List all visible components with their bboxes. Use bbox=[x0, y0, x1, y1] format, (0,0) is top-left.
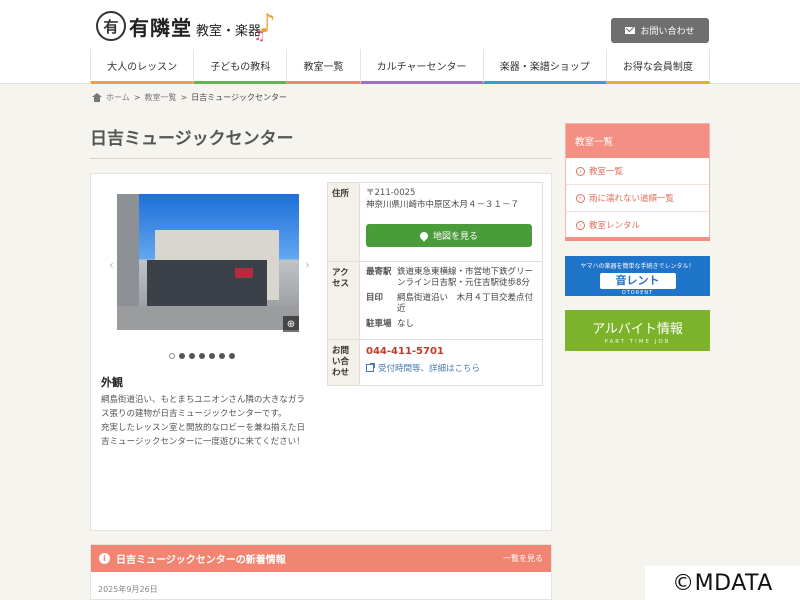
nav-item[interactable]: カルチャーセンター bbox=[360, 49, 484, 84]
sidebar-item-label: 教室レンタル bbox=[589, 221, 641, 231]
job-banner[interactable]: アルバイト情報 PART TIME JOB bbox=[565, 310, 710, 351]
chevron-right-icon[interactable]: › bbox=[305, 258, 310, 272]
news-card: i 日吉ミュージックセンターの新着情報 一覧を見る 2025年9月26日 bbox=[90, 544, 552, 600]
circle-arrow-icon: › bbox=[576, 193, 585, 203]
breadcrumb-parent[interactable]: 教室一覧 bbox=[144, 92, 176, 103]
circle-arrow-icon: › bbox=[576, 220, 585, 230]
nav-item[interactable]: 大人のレッスン bbox=[91, 49, 195, 84]
rental-banner-logo: 音レント bbox=[599, 273, 676, 289]
access-row: 最寄駅 鉄道東急東横線・市営地下鉄グリーンライン日吉駅・元住吉駅徒歩8分 bbox=[366, 267, 536, 289]
slider-dot[interactable] bbox=[179, 353, 185, 359]
rental-banner-sub: OTORENT bbox=[621, 290, 654, 296]
breadcrumb-current: 日吉ミュージックセンター bbox=[191, 93, 288, 102]
address-text: 神奈川県川崎市中原区木月４－３１－７ bbox=[366, 200, 520, 210]
photo-road bbox=[117, 306, 299, 330]
address-label: 住所 bbox=[327, 182, 360, 262]
sidebar-menu: 教室一覧 › 教室一覧 › 雨に濡れない道順一覧 › 教室レンタル bbox=[565, 123, 710, 241]
access-key: 最寄駅 bbox=[366, 267, 392, 277]
slider-dot[interactable] bbox=[199, 353, 205, 359]
access-row: 目印 綱島街道沿い 木月４丁目交差点付近 bbox=[366, 293, 536, 315]
breadcrumb: ホーム > 教室一覧 > 日吉ミュージックセンター bbox=[92, 92, 287, 103]
contact-label: お問い合わせ bbox=[327, 339, 360, 386]
photo-store-sign bbox=[235, 268, 253, 278]
home-icon bbox=[92, 93, 102, 102]
photo-slider: ‹ › ⊕ bbox=[99, 182, 311, 342]
view-map-button[interactable]: 地図を見る bbox=[366, 224, 532, 247]
site-logo[interactable]: 有 有隣堂 教室・楽器 ♪ ♫ bbox=[96, 8, 287, 44]
nav-item[interactable]: お得な会員制度 bbox=[606, 49, 711, 84]
info-icon: i bbox=[99, 553, 110, 564]
zoom-icon[interactable]: ⊕ bbox=[283, 316, 299, 332]
sidebar-bottom-bar bbox=[565, 237, 710, 241]
access-value: 綱島街道沿い 木月４丁目交差点付近 bbox=[397, 293, 534, 314]
global-nav: 大人のレッスン 子どもの教科 教室一覧 カルチャーセンター 楽器・楽譜ショップ お得な会員… bbox=[90, 49, 711, 84]
center-info-table: 住所 〒211-0025 神奈川県川崎市中原区木月４－３１－７ 地図を見る アク… bbox=[327, 182, 543, 386]
external-link-icon bbox=[366, 363, 375, 372]
access-value: なし bbox=[397, 319, 415, 329]
breadcrumb-home[interactable]: ホーム bbox=[106, 92, 130, 103]
slider-dot[interactable] bbox=[219, 353, 225, 359]
hours-link-label: 受付時間等、詳細はこちら bbox=[378, 364, 481, 374]
access-value: 鉄道東急東横線・市営地下鉄グリーンライン日吉駅・元住吉駅徒歩8分 bbox=[397, 267, 534, 288]
postal-code: 〒211-0025 bbox=[366, 188, 416, 198]
map-pin-icon bbox=[418, 229, 430, 242]
slider-dots bbox=[169, 353, 235, 359]
page-title: 日吉ミュージックセンター bbox=[90, 129, 294, 149]
rental-banner-tagline: ヤマハの楽器を簡単な手続きでレンタル！ bbox=[580, 263, 695, 270]
mail-icon bbox=[625, 27, 636, 34]
breadcrumb-separator: > bbox=[180, 93, 188, 102]
sidebar-item[interactable]: › 教室一覧 bbox=[566, 158, 709, 185]
sidebar-item[interactable]: › 雨に濡れない道順一覧 bbox=[566, 185, 709, 212]
sidebar-item-label: 教室一覧 bbox=[589, 167, 624, 177]
nav-item[interactable]: 楽器・楽譜ショップ bbox=[483, 49, 607, 84]
contact-button[interactable]: お問い合わせ bbox=[611, 18, 709, 43]
access-details: 最寄駅 鉄道東急東横線・市営地下鉄グリーンライン日吉駅・元住吉駅徒歩8分目印 綱島街… bbox=[359, 261, 543, 340]
access-row: 駐車場 なし bbox=[366, 319, 536, 330]
music-note-small-icon: ♫ bbox=[253, 28, 266, 44]
news-header: i 日吉ミュージックセンターの新着情報 一覧を見る bbox=[91, 545, 551, 572]
slider-dot[interactable] bbox=[169, 353, 175, 359]
logo-mark-icon: 有 bbox=[96, 11, 126, 41]
phone-number[interactable]: 044-411-5701 bbox=[366, 346, 536, 357]
title-divider bbox=[90, 158, 552, 159]
sidebar-item[interactable]: › 教室レンタル bbox=[566, 212, 709, 239]
logo-name: 有隣堂 bbox=[129, 15, 192, 40]
building-photo[interactable] bbox=[117, 194, 299, 330]
logo-sub: 教室・楽器 bbox=[196, 23, 262, 39]
photo-caption: 外観 bbox=[101, 376, 123, 389]
center-detail-card: ‹ › ⊕ 外観 綱島街道沿い、もとまちユニオンさん隣の大きなガラス張りの建物が… bbox=[90, 173, 552, 531]
contact-button-label: お問い合わせ bbox=[640, 27, 695, 37]
photo-description: 綱島街道沿い、もとまちユニオンさん隣の大きなガラス張りの建物が日吉ミュージックセ… bbox=[101, 395, 306, 447]
view-map-label: 地図を見る bbox=[432, 232, 478, 242]
slider-dot[interactable] bbox=[189, 353, 195, 359]
rental-banner[interactable]: ヤマハの楽器を簡単な手続きでレンタル！ 音レント OTORENT bbox=[565, 256, 710, 296]
copyright-watermark: ©MDATA bbox=[645, 566, 800, 600]
slider-dot[interactable] bbox=[209, 353, 215, 359]
access-label: アクセス bbox=[327, 261, 360, 340]
sidebar-item-label: 雨に濡れない道順一覧 bbox=[589, 194, 675, 204]
chevron-left-icon[interactable]: ‹ bbox=[109, 258, 114, 272]
news-date: 2025年9月26日 bbox=[98, 585, 158, 594]
circle-arrow-icon: › bbox=[576, 166, 585, 176]
news-title: 日吉ミュージックセンターの新着情報 bbox=[116, 555, 286, 566]
slider-dot[interactable] bbox=[229, 353, 235, 359]
sidebar-heading: 教室一覧 bbox=[566, 124, 709, 158]
job-banner-sub: PART TIME JOB bbox=[604, 339, 671, 345]
photo-glass-facade bbox=[147, 260, 267, 306]
site-header: 有 有隣堂 教室・楽器 ♪ ♫ お問い合わせ 大人のレッスン 子どもの教科 教室一覧… bbox=[0, 0, 800, 84]
nav-item[interactable]: 教室一覧 bbox=[287, 49, 361, 84]
job-banner-title: アルバイト情報 bbox=[592, 322, 683, 337]
news-more-link[interactable]: 一覧を見る bbox=[503, 553, 543, 564]
nav-item[interactable]: 子どもの教科 bbox=[194, 49, 288, 84]
breadcrumb-separator: > bbox=[133, 93, 141, 102]
hours-link[interactable]: 受付時間等、詳細はこちら bbox=[366, 362, 536, 374]
access-key: 駐車場 bbox=[366, 319, 392, 329]
access-key: 目印 bbox=[366, 293, 384, 303]
